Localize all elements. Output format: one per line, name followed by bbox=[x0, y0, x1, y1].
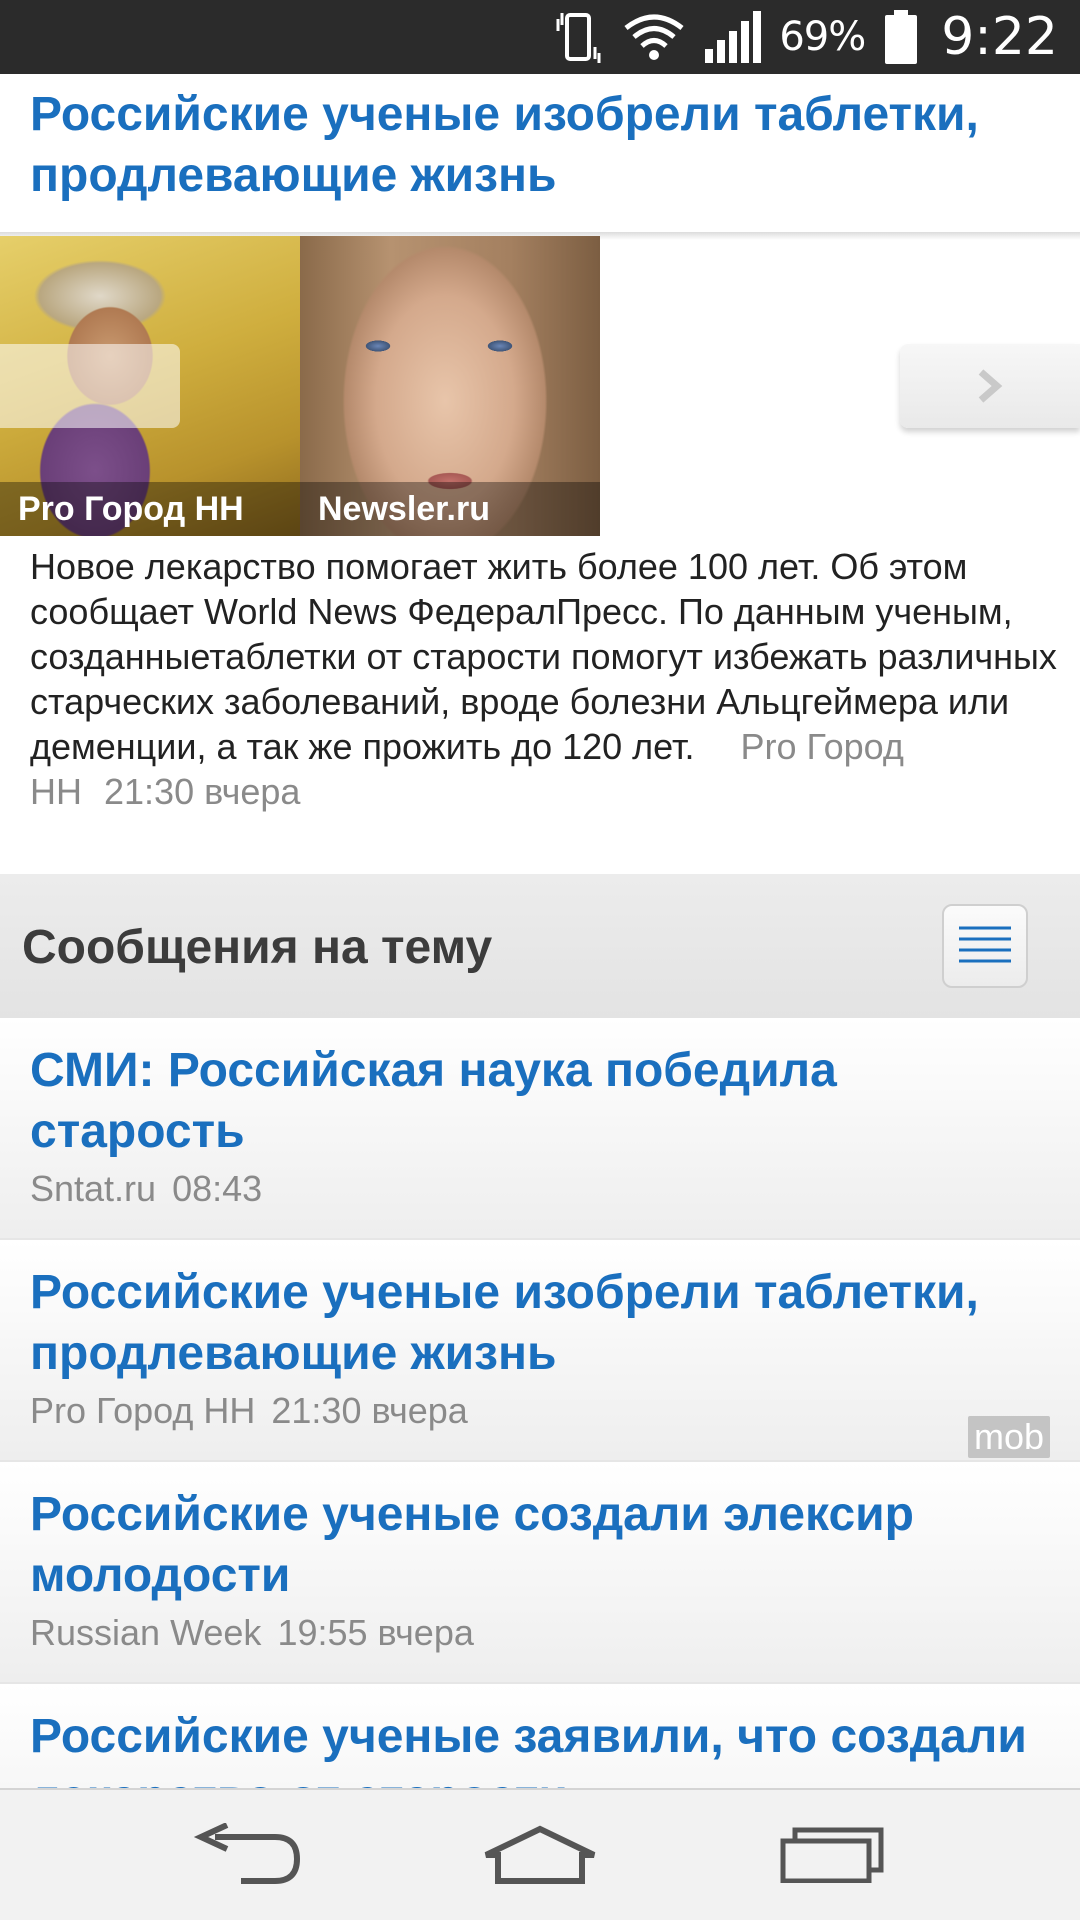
menu-button[interactable] bbox=[942, 904, 1028, 988]
chevron-right-icon bbox=[978, 369, 1003, 403]
gallery-photo[interactable]: Newsler.ru bbox=[300, 236, 600, 536]
screen: 69% 9:22 Российские ученые изобрели табл… bbox=[0, 0, 1080, 1920]
signal-icon bbox=[703, 9, 762, 65]
related-section-header: Сообщения на тему bbox=[0, 874, 1080, 1018]
status-bar: 69% 9:22 bbox=[0, 0, 1080, 74]
battery-percent: 69% bbox=[779, 14, 866, 60]
related-title[interactable]: СМИ: Российская наука победила старость bbox=[30, 1040, 1050, 1162]
recent-apps-button[interactable] bbox=[772, 1820, 892, 1890]
list-item[interactable]: Российские ученые изобрели таблетки, про… bbox=[0, 1240, 1080, 1462]
related-source: Russian Week bbox=[30, 1612, 262, 1653]
related-list: СМИ: Российская наука победила старость … bbox=[0, 1018, 1080, 1906]
article-time: 21:30 вчера bbox=[104, 771, 301, 812]
mob-badge: mob bbox=[967, 1416, 1050, 1458]
related-source: Sntat.ru bbox=[30, 1168, 157, 1209]
clock: 9:22 bbox=[941, 7, 1058, 67]
recent-apps-icon bbox=[780, 1827, 884, 1883]
article-title: Российские ученые изобрели таблетки, про… bbox=[30, 88, 979, 202]
related-title[interactable]: Российские ученые изобрели таблетки, про… bbox=[30, 1262, 1050, 1384]
photo-gallery[interactable]: Pro Город НН Newsler.ru bbox=[0, 236, 1080, 536]
article-body: Новое лекарство помогает жить более 100 … bbox=[30, 544, 1060, 814]
wifi-icon bbox=[623, 12, 685, 62]
battery-icon bbox=[883, 9, 919, 65]
gallery-prev-button[interactable] bbox=[0, 344, 180, 428]
navigation-bar bbox=[0, 1788, 1080, 1920]
menu-icon bbox=[959, 926, 1011, 963]
related-time: 08:43 bbox=[172, 1168, 263, 1209]
photo-caption: Pro Город НН bbox=[0, 482, 300, 536]
related-time: 19:55 вчера bbox=[277, 1612, 474, 1653]
vibrate-icon bbox=[549, 9, 605, 65]
list-item[interactable]: Российские ученые создали элексир молодо… bbox=[0, 1462, 1080, 1684]
list-item[interactable]: СМИ: Российская наука победила старость … bbox=[0, 1018, 1080, 1240]
back-button[interactable] bbox=[188, 1820, 308, 1890]
related-meta: Pro Город НН 21:30 вчера bbox=[30, 1390, 1050, 1432]
related-meta: Sntat.ru 08:43 bbox=[30, 1168, 1050, 1210]
photo-caption: Newsler.ru bbox=[300, 482, 600, 536]
related-time: 21:30 вчера bbox=[271, 1390, 468, 1431]
home-button[interactable] bbox=[480, 1820, 600, 1890]
section-title: Сообщения на тему bbox=[22, 921, 493, 974]
back-icon bbox=[193, 1823, 301, 1884]
gallery-next-button[interactable] bbox=[900, 344, 1080, 428]
home-icon bbox=[484, 1825, 596, 1884]
related-meta: Russian Week 19:55 вчера bbox=[30, 1612, 1050, 1654]
related-source: Pro Город НН bbox=[30, 1390, 256, 1431]
related-title[interactable]: Российские ученые создали элексир молодо… bbox=[30, 1484, 1050, 1606]
